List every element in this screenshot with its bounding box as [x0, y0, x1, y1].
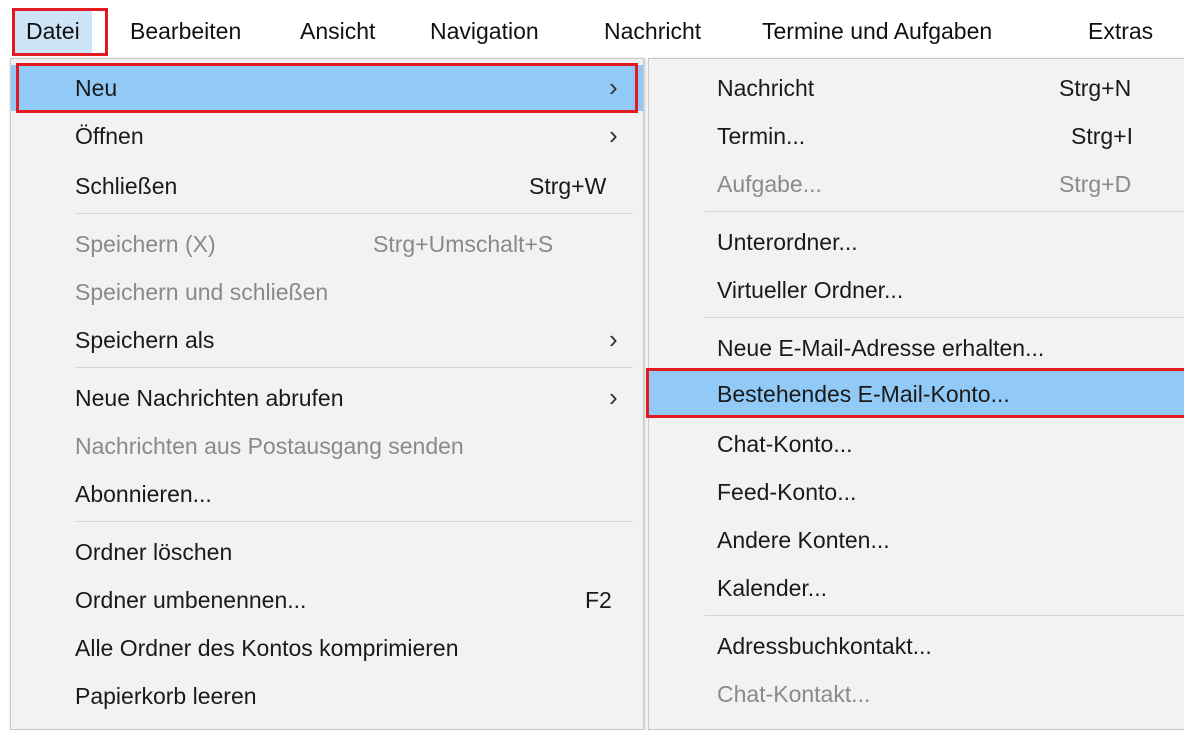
new-submenu-item-label: Feed-Konto...	[717, 479, 857, 505]
new-submenu-item-neue-email-adresse[interactable]: Neue E-Mail-Adresse erhalten...	[649, 325, 1184, 371]
shortcut-label: Strg+W	[529, 173, 607, 199]
new-submenu-item-aufgabe[interactable]: Aufgabe... Strg+D	[649, 161, 1184, 207]
file-menu-item-speichern[interactable]: Speichern (X) Strg+Umschalt+S	[11, 221, 643, 267]
new-submenu-item-label: Virtueller Ordner...	[717, 277, 904, 303]
menu-separator	[75, 213, 633, 214]
new-submenu-item-chat-kontakt[interactable]: Chat-Kontakt...	[649, 671, 1184, 717]
menu-extras-label: Extras	[1088, 18, 1154, 44]
shortcut-label: F2	[585, 587, 612, 613]
new-submenu-item-andere-konten[interactable]: Andere Konten...	[649, 517, 1184, 563]
file-menu-item-label: Papierkorb leeren	[75, 683, 257, 709]
file-menu-item-abonnieren[interactable]: Abonnieren...	[11, 471, 643, 517]
new-submenu-item-kalender[interactable]: Kalender...	[649, 565, 1184, 611]
submenu-arrow-icon: ›	[609, 120, 618, 150]
file-menu-item-speichern-als[interactable]: Speichern als ›	[11, 317, 643, 363]
file-menu-item-label: Abonnieren...	[75, 481, 212, 507]
file-menu-item-label: Speichern (X)	[75, 231, 216, 257]
menu-separator	[705, 317, 1184, 318]
new-submenu-item-label: Unterordner...	[717, 229, 858, 255]
new-submenu-item-label: Chat-Kontakt...	[717, 681, 871, 707]
new-submenu-item-unterordner[interactable]: Unterordner...	[649, 219, 1184, 265]
menu-ansicht-label: Ansicht	[300, 18, 376, 44]
new-submenu-item-label: Termin...	[717, 123, 806, 149]
file-menu-item-label: Speichern als	[75, 327, 215, 353]
new-submenu-item-chat-konto[interactable]: Chat-Konto...	[649, 421, 1184, 467]
new-submenu-item-bestehendes-email-konto[interactable]: Bestehendes E-Mail-Konto...	[649, 371, 1184, 417]
new-submenu-item-label: Adressbuchkontakt...	[717, 633, 932, 659]
file-menu-item-oeffnen[interactable]: Öffnen ›	[11, 113, 643, 159]
new-submenu-item-nachricht[interactable]: Nachricht Strg+N	[649, 65, 1184, 111]
menu-datei[interactable]: Datei	[14, 8, 92, 54]
submenu-arrow-icon: ›	[609, 324, 618, 354]
shortcut-label: Strg+D	[1059, 171, 1132, 197]
new-submenu-item-label: Kalender...	[717, 575, 827, 601]
file-menu-item-neu[interactable]: Neu ›	[11, 65, 643, 111]
new-submenu-item-termin[interactable]: Termin... Strg+I	[649, 113, 1184, 159]
menu-separator	[75, 367, 633, 368]
new-submenu-item-feed-konto[interactable]: Feed-Konto...	[649, 469, 1184, 515]
file-menu-item-postausgang-senden[interactable]: Nachrichten aus Postausgang senden	[11, 423, 643, 469]
new-submenu-item-label: Chat-Konto...	[717, 431, 853, 457]
menu-ansicht[interactable]: Ansicht	[300, 8, 375, 54]
new-submenu-item-label: Neue E-Mail-Adresse erhalten...	[717, 335, 1045, 361]
file-menu-item-papierkorb-leeren[interactable]: Papierkorb leeren	[11, 673, 643, 719]
new-submenu: Nachricht Strg+N Termin... Strg+I Aufgab…	[648, 58, 1184, 730]
shortcut-label: Strg+N	[1059, 75, 1132, 101]
file-menu-item-label: Neue Nachrichten abrufen	[75, 385, 344, 411]
file-menu: Neu › Öffnen › Schließen Strg+W Speicher…	[10, 58, 644, 730]
file-menu-item-ordner-umbenennen[interactable]: Ordner umbenennen... F2	[11, 577, 643, 623]
file-menu-item-ordner-loeschen[interactable]: Ordner löschen	[11, 529, 643, 575]
menu-nachricht-label: Nachricht	[604, 18, 702, 44]
file-menu-item-label: Ordner löschen	[75, 539, 233, 565]
menu-bar: Datei Bearbeiten Ansicht Navigation Nach…	[0, 0, 1184, 62]
menu-termine-und-aufgaben[interactable]: Termine und Aufgaben	[762, 8, 992, 54]
menu-extras[interactable]: Extras	[1088, 8, 1153, 54]
new-submenu-item-virtueller-ordner[interactable]: Virtueller Ordner...	[649, 267, 1184, 313]
file-menu-item-label: Öffnen	[75, 123, 144, 149]
file-menu-item-label: Ordner umbenennen...	[75, 587, 307, 613]
file-menu-item-label: Alle Ordner des Kontos komprimieren	[75, 635, 459, 661]
menu-bearbeiten[interactable]: Bearbeiten	[130, 8, 241, 54]
submenu-arrow-icon: ›	[609, 382, 618, 412]
new-submenu-item-adressbuchkontakt[interactable]: Adressbuchkontakt...	[649, 623, 1184, 669]
submenu-arrow-icon: ›	[609, 72, 618, 102]
new-submenu-item-label: Bestehendes E-Mail-Konto...	[717, 381, 1010, 407]
shortcut-label: Strg+I	[1071, 123, 1134, 149]
menu-separator	[705, 615, 1184, 616]
menu-separator	[75, 521, 633, 522]
new-submenu-item-label: Andere Konten...	[717, 527, 890, 553]
menu-termine-label: Termine und Aufgaben	[762, 18, 993, 44]
file-menu-item-label: Neu	[75, 75, 118, 101]
file-menu-item-neue-nachrichten-abrufen[interactable]: Neue Nachrichten abrufen ›	[11, 375, 643, 421]
file-menu-item-schliessen[interactable]: Schließen Strg+W	[11, 163, 643, 209]
file-menu-item-label: Schließen	[75, 173, 178, 199]
new-submenu-item-label: Aufgabe...	[717, 171, 822, 197]
file-menu-item-label: Nachrichten aus Postausgang senden	[75, 433, 464, 459]
menu-separator	[705, 211, 1184, 212]
file-menu-item-label: Speichern und schließen	[75, 279, 329, 305]
menu-navigation[interactable]: Navigation	[430, 8, 539, 54]
menu-datei-label: Datei	[26, 18, 80, 44]
shortcut-label: Strg+Umschalt+S	[373, 231, 554, 257]
menu-bearbeiten-label: Bearbeiten	[130, 18, 242, 44]
menu-nachricht[interactable]: Nachricht	[604, 8, 701, 54]
file-menu-item-ordner-komprimieren[interactable]: Alle Ordner des Kontos komprimieren	[11, 625, 643, 671]
new-submenu-item-label: Nachricht	[717, 75, 815, 101]
menu-navigation-label: Navigation	[430, 18, 539, 44]
file-menu-item-speichern-und-schliessen[interactable]: Speichern und schließen	[11, 269, 643, 315]
